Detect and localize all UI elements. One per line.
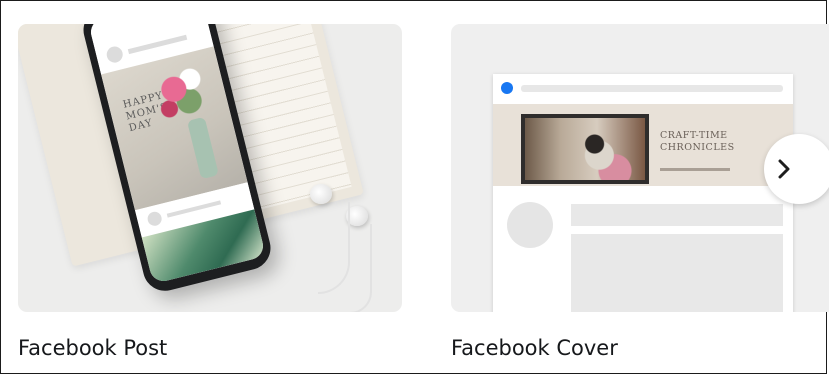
post-image: HAPPY MOM'S DAY: [101, 46, 248, 211]
placeholder-bar: [571, 204, 783, 226]
card-label-facebook-cover[interactable]: Facebook Cover: [451, 336, 618, 360]
address-bar-placeholder: [521, 85, 783, 92]
template-card-facebook-post[interactable]: HAPPY MOM'S DAY Facebook Post: [18, 24, 402, 360]
cover-banner: CRAFT-TIME CHRONICLES: [493, 104, 793, 186]
flowers-illustration: [147, 56, 221, 130]
vase-illustration: [186, 116, 219, 180]
cover-title-line1: CRAFT-TIME: [660, 130, 728, 141]
profile-picture-placeholder: [507, 202, 553, 248]
cover-subtitle-line: [660, 168, 730, 171]
browser-mockup: CRAFT-TIME CHRONICLES: [493, 74, 793, 312]
facebook-post-thumbnail[interactable]: HAPPY MOM'S DAY: [18, 24, 402, 312]
cover-photo: [521, 114, 649, 184]
facebook-logo-icon: [501, 82, 513, 94]
cover-title-line2: CHRONICLES: [660, 142, 735, 153]
earbud-icon: [310, 184, 332, 204]
card-label-facebook-post[interactable]: Facebook Post: [18, 336, 167, 360]
chevron-right-icon: [778, 159, 790, 179]
carousel-next-button[interactable]: [764, 134, 829, 204]
placeholder-bar: [571, 234, 783, 312]
